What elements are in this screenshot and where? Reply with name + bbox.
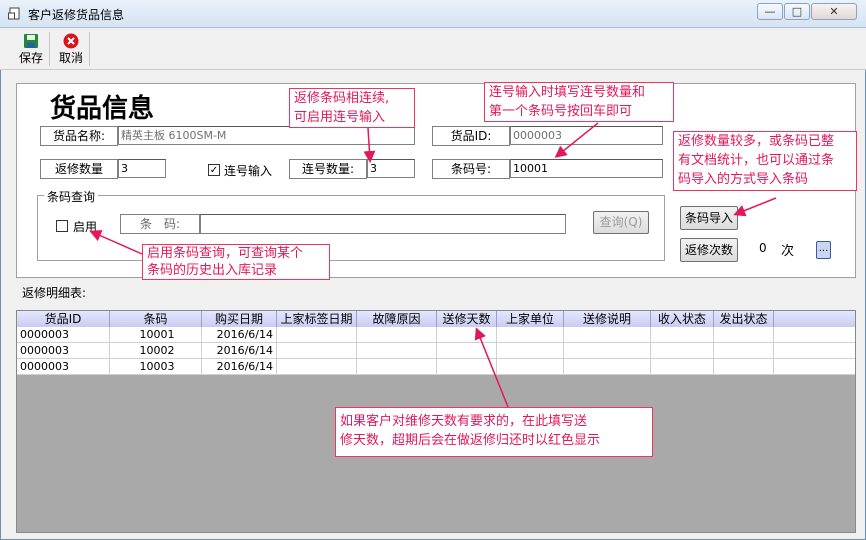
table-cell[interactable] — [651, 327, 714, 343]
annotation-text: 修天数，超期后会在做返修归还时以红色显示 — [340, 433, 601, 448]
repair-times-button[interactable]: 返修次数 — [680, 238, 738, 262]
table-cell[interactable] — [497, 327, 564, 343]
column-header[interactable]: 上家标签日期 — [277, 311, 357, 327]
table-cell[interactable] — [357, 327, 437, 343]
table-cell[interactable]: 10002 — [110, 343, 202, 359]
save-label: 保存 — [18, 51, 43, 65]
floppy-disk-icon — [23, 33, 39, 49]
window-title: 客户返修货品信息 — [28, 8, 125, 22]
barcode-label: 条码号: — [432, 159, 510, 179]
table-cell[interactable]: 0000003 — [17, 327, 110, 343]
enable-query-label: 启用 — [73, 220, 98, 234]
table-cell[interactable] — [714, 359, 774, 375]
table-cell[interactable] — [714, 343, 774, 359]
detail-table-label: 返修明细表: — [22, 286, 87, 300]
table-cell[interactable] — [651, 343, 714, 359]
enable-query-checkbox[interactable] — [56, 220, 68, 232]
serial-qty-label: 连号数量: — [289, 159, 367, 179]
table-cell[interactable]: 2016/6/14 — [202, 359, 277, 375]
toolbar — [0, 28, 866, 70]
table-cell[interactable] — [497, 343, 564, 359]
annotation-text: 码导入的方式导入条码 — [678, 172, 809, 187]
column-header[interactable]: 发出状态 — [714, 311, 774, 327]
document-icon — [8, 7, 22, 21]
table-cell[interactable] — [437, 343, 497, 359]
table-cell[interactable]: 2016/6/14 — [202, 327, 277, 343]
repair-times-value: 0 — [759, 241, 767, 255]
product-name-field[interactable]: 精英主板 6100SM-M — [118, 126, 415, 145]
table-cell[interactable] — [277, 359, 357, 375]
repair-times-unit: 次 — [781, 244, 795, 259]
table-cell[interactable]: 0000003 — [17, 359, 110, 375]
cancel-label: 取消 — [58, 51, 83, 65]
save-button[interactable]: 保存 — [17, 31, 45, 69]
annotation-text: 连号输入时填写连号数量和 — [489, 85, 646, 100]
annotation-text: 条码的历史出入库记录 — [147, 263, 278, 278]
cancel-button[interactable]: 取消 — [56, 31, 86, 69]
annotation-import-tip: 返修数量较多，或条码已整 有文档统计，也可以通过条 码导入的方式导入条码 — [673, 131, 857, 191]
barcode-query-title: 条码查询 — [44, 188, 99, 205]
repair-qty-label: 返修数量 — [40, 159, 118, 179]
table-cell[interactable] — [564, 343, 651, 359]
annotation-serial-qty-tip: 连号输入时填写连号数量和 第一个条码号按回车即可 — [484, 82, 674, 122]
table-cell[interactable] — [714, 327, 774, 343]
annotation-text: 可启用连号输入 — [294, 110, 386, 125]
title-bar — [0, 0, 866, 28]
table-cell[interactable] — [357, 343, 437, 359]
serial-qty-field[interactable]: 3 — [367, 159, 415, 178]
table-cell[interactable]: 10001 — [110, 327, 202, 343]
table-cell[interactable] — [437, 359, 497, 375]
repair-qty-field[interactable]: 3 — [118, 159, 166, 178]
annotation-text: 第一个条码号按回车即可 — [489, 104, 633, 119]
table-cell[interactable] — [564, 327, 651, 343]
table-cell[interactable] — [651, 359, 714, 375]
page-title: 货品信息 — [50, 94, 155, 124]
table-cell[interactable]: 0000003 — [17, 343, 110, 359]
barcode-import-button[interactable]: 条码导入 — [680, 206, 738, 230]
table-cell[interactable] — [437, 327, 497, 343]
column-header[interactable]: 送修说明 — [564, 311, 651, 327]
annotation-serial-tip: 返修条码相连续, 可启用连号输入 — [289, 88, 415, 128]
column-header[interactable]: 上家单位 — [497, 311, 564, 327]
annotation-text: 启用条码查询，可查询某个 — [147, 246, 304, 261]
column-header[interactable]: 故障原因 — [357, 311, 437, 327]
annotation-text: 返修条码相连续, — [294, 91, 390, 106]
annotation-text: 如果客户对维修天数有要求的，在此填写送 — [340, 414, 588, 429]
table-cell[interactable] — [497, 359, 564, 375]
toolbar-separator — [49, 32, 50, 66]
query-barcode-label: 条 码: — [120, 214, 200, 234]
table-cell[interactable] — [357, 359, 437, 375]
table-cell[interactable] — [564, 359, 651, 375]
serial-input-label: 连号输入 — [224, 164, 273, 178]
column-header[interactable]: 购买日期 — [202, 311, 277, 327]
table-cell[interactable] — [277, 343, 357, 359]
table-cell[interactable] — [277, 327, 357, 343]
minimize-button[interactable]: — — [757, 3, 783, 20]
column-header[interactable]: 条码 — [110, 311, 202, 327]
annotation-text: 有文档统计，也可以通过条 — [678, 153, 835, 168]
maximize-button[interactable]: □ — [784, 3, 810, 20]
close-button[interactable]: ✕ — [811, 3, 857, 20]
column-header[interactable]: 货品ID — [17, 311, 110, 327]
column-header[interactable]: 收入状态 — [651, 311, 714, 327]
toolbar-separator — [89, 32, 90, 66]
table-cell[interactable]: 2016/6/14 — [202, 343, 277, 359]
column-header[interactable]: 送修天数 — [437, 311, 497, 327]
annotation-days-tip: 如果客户对维修天数有要求的，在此填写送 修天数，超期后会在做返修归还时以红色显示 — [335, 407, 653, 457]
query-barcode-input[interactable] — [200, 214, 566, 234]
product-name-label: 货品名称: — [40, 126, 118, 146]
red-x-circle-icon — [63, 33, 79, 49]
product-id-label: 货品ID: — [432, 126, 510, 146]
product-id-field[interactable]: 0000003 — [510, 126, 663, 145]
barcode-field[interactable]: 10001 — [510, 159, 663, 178]
query-button[interactable]: 查询(Q) — [593, 211, 649, 234]
annotation-query-tip: 启用条码查询，可查询某个 条码的历史出入库记录 — [142, 244, 330, 280]
more-button[interactable]: ... — [816, 241, 831, 259]
annotation-text: 返修数量较多，或条码已整 — [678, 134, 835, 149]
serial-input-checkbox[interactable]: ✓ — [208, 164, 220, 176]
table-cell[interactable]: 10003 — [110, 359, 202, 375]
